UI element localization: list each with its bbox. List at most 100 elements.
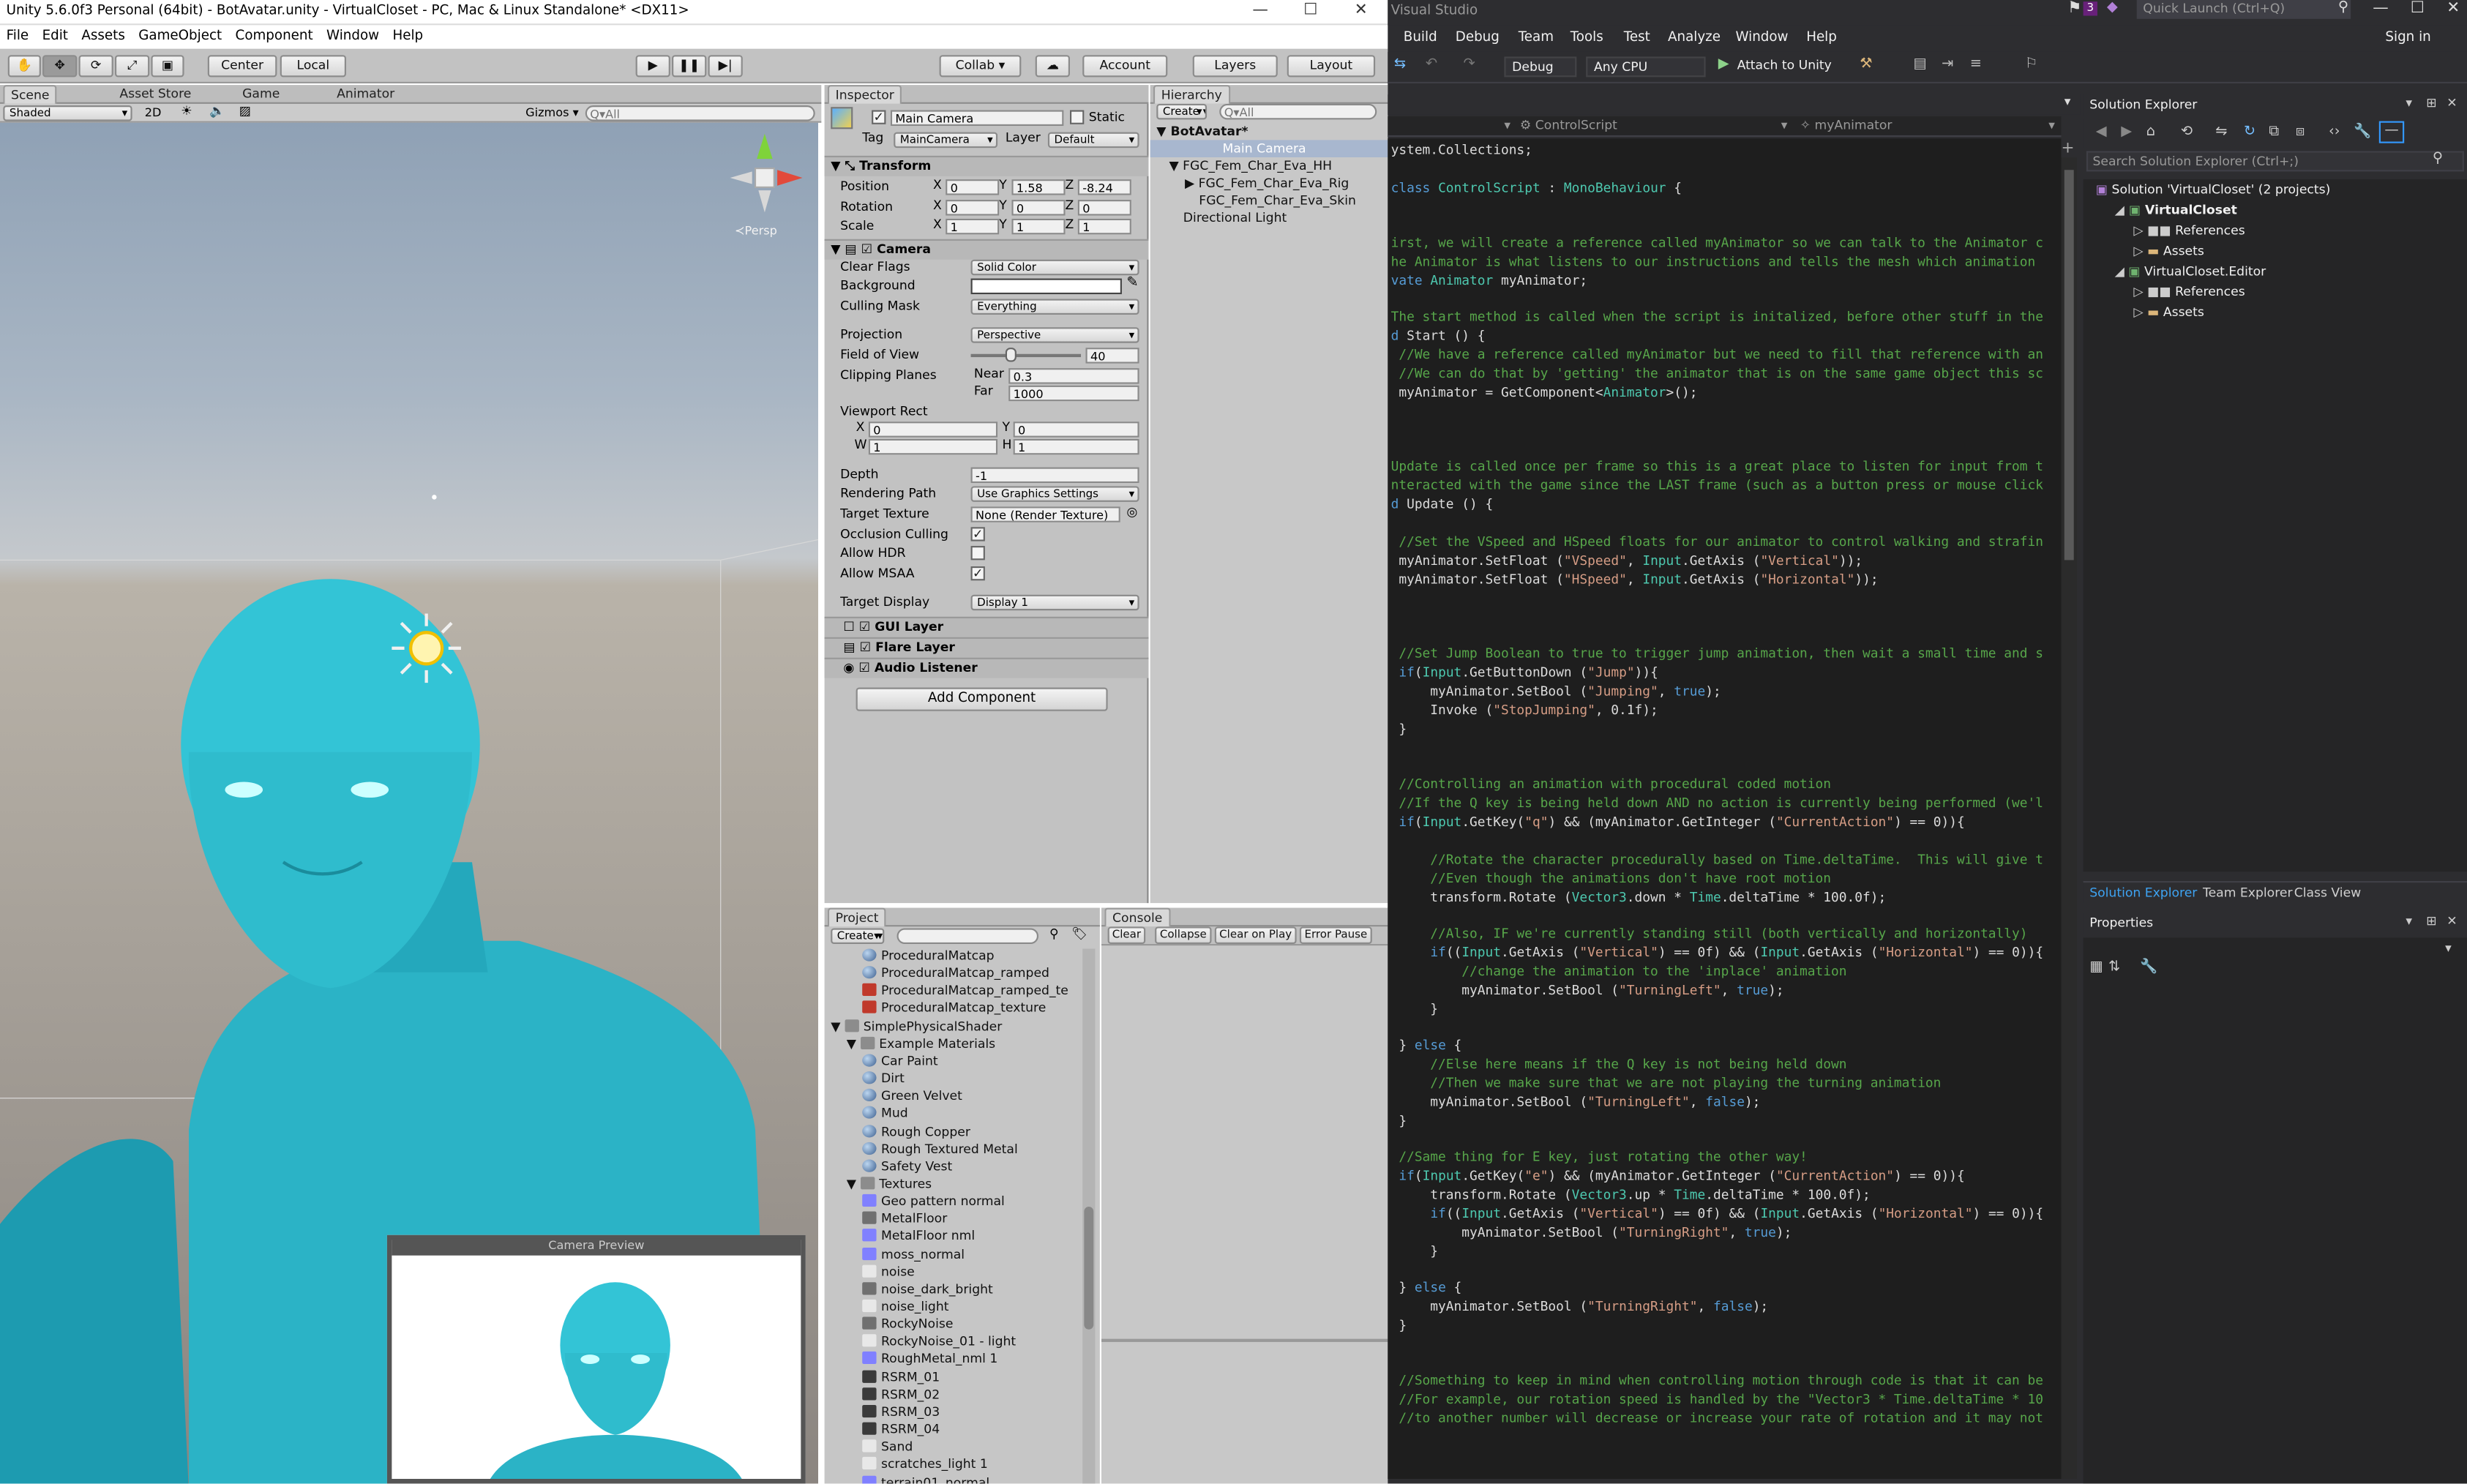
code-line[interactable]: irst, we will create a reference called … (1391, 233, 2043, 252)
project-item[interactable]: terrain01_normal (862, 1473, 989, 1484)
properties-options-icon[interactable]: ▾ (2406, 914, 2412, 928)
code-line[interactable]: //If the Q key is being held down AND no… (1391, 793, 2043, 812)
solution-tree-item[interactable]: ▷ ■■ References (2133, 223, 2245, 237)
effects-dropdown-icon[interactable]: ▨ (239, 104, 251, 118)
menu-gameobject[interactable]: GameObject (132, 25, 222, 45)
project-item[interactable]: ▼ Textures (847, 1175, 932, 1193)
code-line[interactable]: ystem.Collections; (1391, 140, 1532, 159)
project-item[interactable]: RockyNoise (862, 1316, 953, 1333)
near-field[interactable]: 0.3 (1008, 368, 1139, 384)
se-preview-toggle-icon[interactable]: — (2378, 121, 2405, 143)
se-sync-icon[interactable]: ⇋ (2215, 124, 2227, 140)
tab-game[interactable]: Game (236, 85, 286, 104)
solution-search-input[interactable]: Search Solution Explorer (Ctrl+;) (2086, 151, 2464, 172)
code-line[interactable]: myAnimator.SetBool ("TurningLeft", false… (1391, 1092, 1760, 1111)
code-line[interactable]: d Update () { (1391, 494, 1494, 513)
hand-tool-button[interactable]: ✋ (7, 55, 41, 78)
project-item[interactable]: Sand (862, 1439, 913, 1456)
menu-file[interactable]: File (0, 25, 29, 45)
gizmos-dropdown[interactable]: Gizmos ▾ (525, 105, 579, 119)
scene-viewport[interactable]: y ≺Persp Camera Preview (0, 122, 818, 1484)
code-line[interactable]: //Else here means if the Q key is not be… (1391, 1054, 1846, 1073)
maximize-button[interactable]: ☐ (1287, 0, 1335, 22)
project-item[interactable]: Car Paint (862, 1052, 938, 1070)
code-line[interactable]: //Then we make sure that we are not play… (1391, 1073, 1941, 1092)
vs-menu-window[interactable]: Window (1735, 30, 1788, 46)
gui-layer-header[interactable]: ☐ ☑ GUI Layer (824, 616, 1149, 637)
transform-scale-y-field[interactable]: 1 (1011, 218, 1066, 235)
static-checkbox[interactable] (1070, 110, 1085, 124)
transform-position-y-field[interactable]: 1.58 (1011, 179, 1066, 195)
code-line[interactable]: transform.Rotate (Vector3.down * Time.de… (1391, 888, 1886, 907)
transform-position-z-field[interactable]: -8.24 (1077, 179, 1131, 195)
tab-hierarchy[interactable]: Hierarchy (1153, 85, 1230, 104)
project-item[interactable]: Dirt (862, 1070, 905, 1087)
code-line[interactable]: if(Input.GetKey("e") && (myAnimator.GetI… (1391, 1166, 1964, 1185)
code-line[interactable]: nteracted with the game since the LAST f… (1391, 475, 2043, 494)
viewport-y-field[interactable]: 0 (1013, 421, 1139, 438)
project-item[interactable]: RSRM_04 (862, 1421, 940, 1439)
background-color-swatch[interactable] (970, 278, 1122, 295)
vs-menu-tools[interactable]: Tools (1571, 30, 1603, 46)
project-item[interactable]: RSRM_03 (862, 1404, 940, 1421)
editor-tab-dropdown-icon[interactable]: ▾ (2064, 94, 2071, 108)
object-name-field[interactable]: Main Camera (890, 110, 1064, 126)
tab-team-explorer[interactable]: Team Explorer (2203, 885, 2293, 899)
transform-scale-x-field[interactable]: 1 (946, 218, 1000, 235)
se-properties-wrench-icon[interactable]: 🔧 (2354, 124, 2371, 140)
solution-tree-item[interactable]: ▣ Solution 'VirtualCloset' (2 projects) (2096, 182, 2330, 196)
cloud-icon[interactable]: ☁ (1035, 55, 1071, 78)
fov-slider-thumb[interactable] (1005, 348, 1017, 362)
toolbar-indent-icon[interactable]: ⇥ (1942, 56, 1953, 72)
project-item[interactable]: Mud (862, 1105, 908, 1123)
fov-field[interactable]: 40 (1085, 348, 1139, 364)
code-line[interactable]: d Start () { (1391, 326, 1486, 345)
tab-class-view[interactable]: Class View (2294, 885, 2362, 899)
project-item[interactable]: ▼ SimplePhysicalShader (831, 1017, 1002, 1035)
project-item[interactable]: ProceduralMatcap_ramped_te (862, 982, 1068, 1000)
fov-slider-track[interactable] (970, 353, 1082, 358)
layout-dropdown[interactable]: Layout (1287, 55, 1376, 78)
alphabetical-icon[interactable]: ⇅ (2108, 960, 2120, 976)
scale-tool-button[interactable]: ⤢ (114, 55, 150, 78)
project-create-dropdown[interactable]: Create ▾ (831, 928, 885, 944)
hierarchy-item-eva-skin[interactable]: FGC_Fem_Char_Eva_Skin (1199, 192, 1356, 209)
se-back-icon[interactable]: ◀ (2096, 124, 2107, 140)
code-line[interactable]: //Set the VSpeed and HSpeed floats for o… (1391, 532, 2043, 551)
expand-arrow-icon[interactable]: ▼ (847, 1177, 861, 1191)
project-search-input[interactable] (896, 928, 1039, 944)
code-line[interactable]: } (1391, 1111, 1407, 1130)
tree-expander-icon[interactable]: ◢ (2115, 203, 2129, 217)
toolbar-tool-icon[interactable]: ⚒ (1860, 56, 1872, 72)
projection-dropdown[interactable]: Perspective (970, 327, 1139, 343)
undo-icon[interactable]: ↶ (1426, 56, 1437, 72)
code-line[interactable]: myAnimator.SetFloat ("HSpeed", Input.Get… (1391, 569, 1878, 588)
vs-menu-test[interactable]: Test (1624, 30, 1650, 46)
play-button[interactable]: ▶ (635, 55, 670, 78)
project-scrollbar-thumb[interactable] (1084, 1207, 1094, 1330)
pause-button[interactable]: ❚❚ (672, 55, 707, 78)
audio-listener-header[interactable]: ◉ ☑ Audio Listener (824, 657, 1149, 678)
tree-expander-icon[interactable]: ◢ (2115, 264, 2129, 278)
project-item[interactable]: moss_normal (862, 1245, 965, 1263)
account-dropdown[interactable]: Account (1082, 55, 1168, 78)
eyedropper-icon[interactable]: ✎ (1126, 275, 1138, 291)
bookmark-icon[interactable]: ⚐ (2025, 56, 2037, 72)
project-item[interactable]: Geo pattern normal (862, 1193, 1005, 1210)
tab-console[interactable]: Console (1104, 907, 1171, 927)
project-item[interactable]: noise_dark_bright (862, 1281, 993, 1298)
tree-expander-icon[interactable]: ▷ (2133, 305, 2147, 319)
member-nav-arrow-icon[interactable]: ▾ (2048, 118, 2055, 132)
code-line[interactable]: myAnimator.SetBool ("TurningRight", true… (1391, 1223, 1792, 1242)
transform-rotation-y-field[interactable]: 0 (1011, 198, 1066, 215)
solution-platform-dropdown[interactable]: Any CPU (1586, 56, 1706, 78)
tab-inspector[interactable]: Inspector (827, 85, 902, 104)
solution-search-icon[interactable]: ⚲ (2433, 151, 2443, 167)
add-component-button[interactable]: Add Component (856, 687, 1108, 711)
vs-menu-team[interactable]: Team (1519, 30, 1554, 46)
layer-dropdown[interactable]: Default (1047, 132, 1139, 149)
project-item[interactable]: MetalFloor (862, 1210, 947, 1228)
nav-project-dropdown-icon[interactable]: ▾ (1504, 118, 1510, 132)
solution-tree-item[interactable]: ▷ ▬ Assets (2133, 244, 2204, 258)
code-line[interactable]: class ControlScript : MonoBehaviour { (1391, 178, 1682, 197)
